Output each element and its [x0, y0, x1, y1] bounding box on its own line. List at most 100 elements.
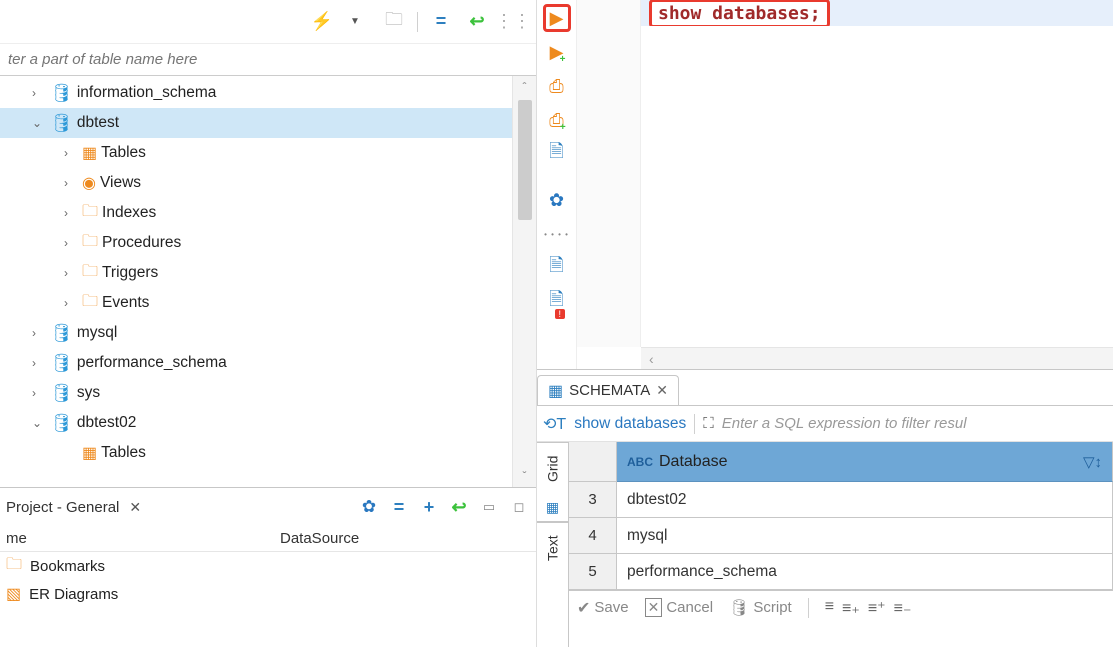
collapse-icon[interactable]: = [388, 496, 410, 518]
filter-input[interactable]: Enter a SQL expression to filter resul [722, 415, 967, 432]
cancel-button[interactable]: ✕ Cancel [645, 598, 713, 617]
tree-item-views[interactable]: › ◉ Views [0, 168, 512, 198]
chevron-right-icon[interactable]: › [32, 86, 46, 100]
scroll-thumb[interactable] [518, 100, 532, 220]
tree-item-dbtest[interactable]: ⌄ 🛢 dbtest [0, 108, 512, 138]
tree-item-mysql[interactable]: › 🛢 mysql [0, 318, 512, 348]
project-item-label: ER Diagrams [29, 586, 118, 603]
maximize-icon[interactable]: ◻ [508, 496, 530, 518]
results-tab[interactable]: ▦ SCHEMATA ✕ [537, 375, 679, 405]
column-datasource[interactable]: DataSource [280, 530, 536, 547]
tree-item-events[interactable]: › 🗀 Events [0, 288, 512, 318]
minimize-icon[interactable]: ▭ [478, 496, 500, 518]
tree-item-information-schema[interactable]: › 🛢 information_schema [0, 78, 512, 108]
new-folder-icon[interactable]: 🗀 [381, 9, 407, 35]
sql-editor[interactable]: show databases; ‹ [577, 0, 1113, 369]
chevron-right-icon[interactable]: › [64, 206, 78, 220]
save-button[interactable]: ✔ Save [577, 598, 629, 618]
save-script-button[interactable]: 🗎 [543, 288, 571, 316]
results-panel: ▦ SCHEMATA ✕ ⟲T show databases ⛶ Enter a… [537, 370, 1113, 647]
collapse-icon[interactable]: = [428, 9, 454, 35]
cell-database[interactable]: performance_schema [617, 554, 1113, 589]
database-icon: 🛢 [729, 598, 749, 618]
row-number[interactable]: 5 [569, 554, 617, 589]
editor-blank[interactable] [641, 26, 1113, 347]
horizontal-scrollbar[interactable]: ‹ [641, 347, 1113, 369]
add-icon[interactable]: + [418, 496, 440, 518]
project-item-label: Bookmarks [30, 558, 105, 575]
configure-icon[interactable]: ✿ [358, 496, 380, 518]
tree-item-indexes[interactable]: › 🗀 Indexes [0, 198, 512, 228]
chevron-right-icon[interactable]: › [64, 176, 78, 190]
column-name[interactable]: me [0, 530, 280, 547]
chevron-right-icon[interactable]: › [64, 296, 78, 310]
tab-label: SCHEMATA [569, 382, 650, 399]
explain-plan-button[interactable]: 🗎 [543, 140, 571, 168]
scroll-up-icon[interactable]: ˆ [513, 76, 536, 98]
chevron-right-icon[interactable]: › [64, 266, 78, 280]
execute-button[interactable]: ▶ [543, 4, 571, 32]
tree-scrollbar[interactable]: ˆ ˇ [512, 76, 536, 487]
refresh-icon[interactable]: ↩ [464, 9, 490, 35]
editor-rest[interactable] [577, 26, 1113, 347]
chevron-right-icon[interactable]: › [32, 356, 46, 370]
grid-corner[interactable] [569, 442, 617, 482]
database-icon: 🛢 [50, 323, 73, 344]
tree-label: Tables [101, 444, 146, 462]
tree-item-tables-2[interactable]: ▦ Tables [0, 438, 512, 468]
editor-text[interactable]: show databases; [641, 0, 1113, 26]
edit-row-icon[interactable]: ≡ [825, 598, 834, 618]
table-row[interactable]: 3 dbtest02 [569, 482, 1113, 518]
tree-item-procedures[interactable]: › 🗀 Procedures [0, 228, 512, 258]
refresh-icon[interactable]: ↩ [448, 496, 470, 518]
tree-item-performance-schema[interactable]: › 🛢 performance_schema [0, 348, 512, 378]
table-filter-input[interactable] [0, 44, 536, 75]
chevron-right-icon[interactable]: › [64, 146, 78, 160]
tree-item-sys[interactable]: › 🛢 sys [0, 378, 512, 408]
delete-row-icon[interactable]: ≡₋ [894, 598, 912, 618]
table-row[interactable]: 5 performance_schema [569, 554, 1113, 590]
column-header-database[interactable]: ABC Database ▽↕ [617, 442, 1113, 482]
chevron-right-icon[interactable]: › [64, 236, 78, 250]
tree-item-triggers[interactable]: › 🗀 Triggers [0, 258, 512, 288]
settings-button[interactable]: ✿ [543, 186, 571, 214]
add-row-icon[interactable]: ≡₊ [842, 598, 860, 618]
editor-line-1[interactable]: show databases; [577, 0, 1113, 26]
cell-database[interactable]: mysql [617, 518, 1113, 553]
close-icon[interactable]: ✕ [656, 382, 668, 399]
chevron-right-icon[interactable]: › [32, 326, 46, 340]
scroll-down-icon[interactable]: ˇ [513, 465, 536, 487]
new-connection-icon[interactable]: ⚡ [309, 9, 335, 35]
execute-script-new-button[interactable]: ⎙ [543, 106, 571, 134]
project-item-bookmarks[interactable]: 🗀 Bookmarks [0, 552, 536, 580]
grid-tab-icon[interactable]: ▦ [537, 494, 568, 522]
dots-row-icon[interactable]: • • • • [543, 220, 571, 248]
export-button[interactable]: 🗎 [543, 254, 571, 282]
close-icon[interactable]: ✕ [129, 499, 141, 516]
row-number[interactable]: 4 [569, 518, 617, 553]
tree-item-dbtest02[interactable]: ⌄ 🛢 dbtest02 [0, 408, 512, 438]
tree-item-tables[interactable]: › ▦ Tables [0, 138, 512, 168]
chevron-down-icon[interactable]: ⌄ [32, 416, 46, 430]
dropdown-icon[interactable]: ▼ [345, 9, 371, 35]
tab-text[interactable]: Text [537, 522, 568, 574]
sort-filter-icon[interactable]: ▽↕ [1083, 453, 1102, 471]
chevron-right-icon[interactable]: › [32, 386, 46, 400]
table-icon: ▦ [82, 143, 97, 163]
project-item-er-diagrams[interactable]: ▧ ER Diagrams [0, 580, 536, 608]
table-row[interactable]: 4 mysql [569, 518, 1113, 554]
row-number[interactable]: 3 [569, 482, 617, 517]
execute-new-tab-button[interactable]: ▶ [543, 38, 571, 66]
tab-grid[interactable]: Grid [537, 442, 568, 494]
cell-database[interactable]: dbtest02 [617, 482, 1113, 517]
gutter [577, 26, 641, 347]
execute-script-button[interactable]: ⎙ [543, 72, 571, 100]
sql-statement[interactable]: show databases; [649, 0, 830, 28]
database-tree[interactable]: › 🛢 information_schema ⌄ 🛢 dbtest › ▦ Ta… [0, 76, 512, 487]
expand-icon[interactable]: ⛶ [703, 415, 714, 432]
more-icon[interactable]: ⋮⋮ [500, 9, 526, 35]
duplicate-row-icon[interactable]: ≡⁺ [868, 598, 886, 618]
chevron-down-icon[interactable]: ⌄ [32, 116, 46, 130]
query-text[interactable]: show databases [574, 415, 686, 433]
script-button[interactable]: 🛢 Script [729, 598, 792, 618]
